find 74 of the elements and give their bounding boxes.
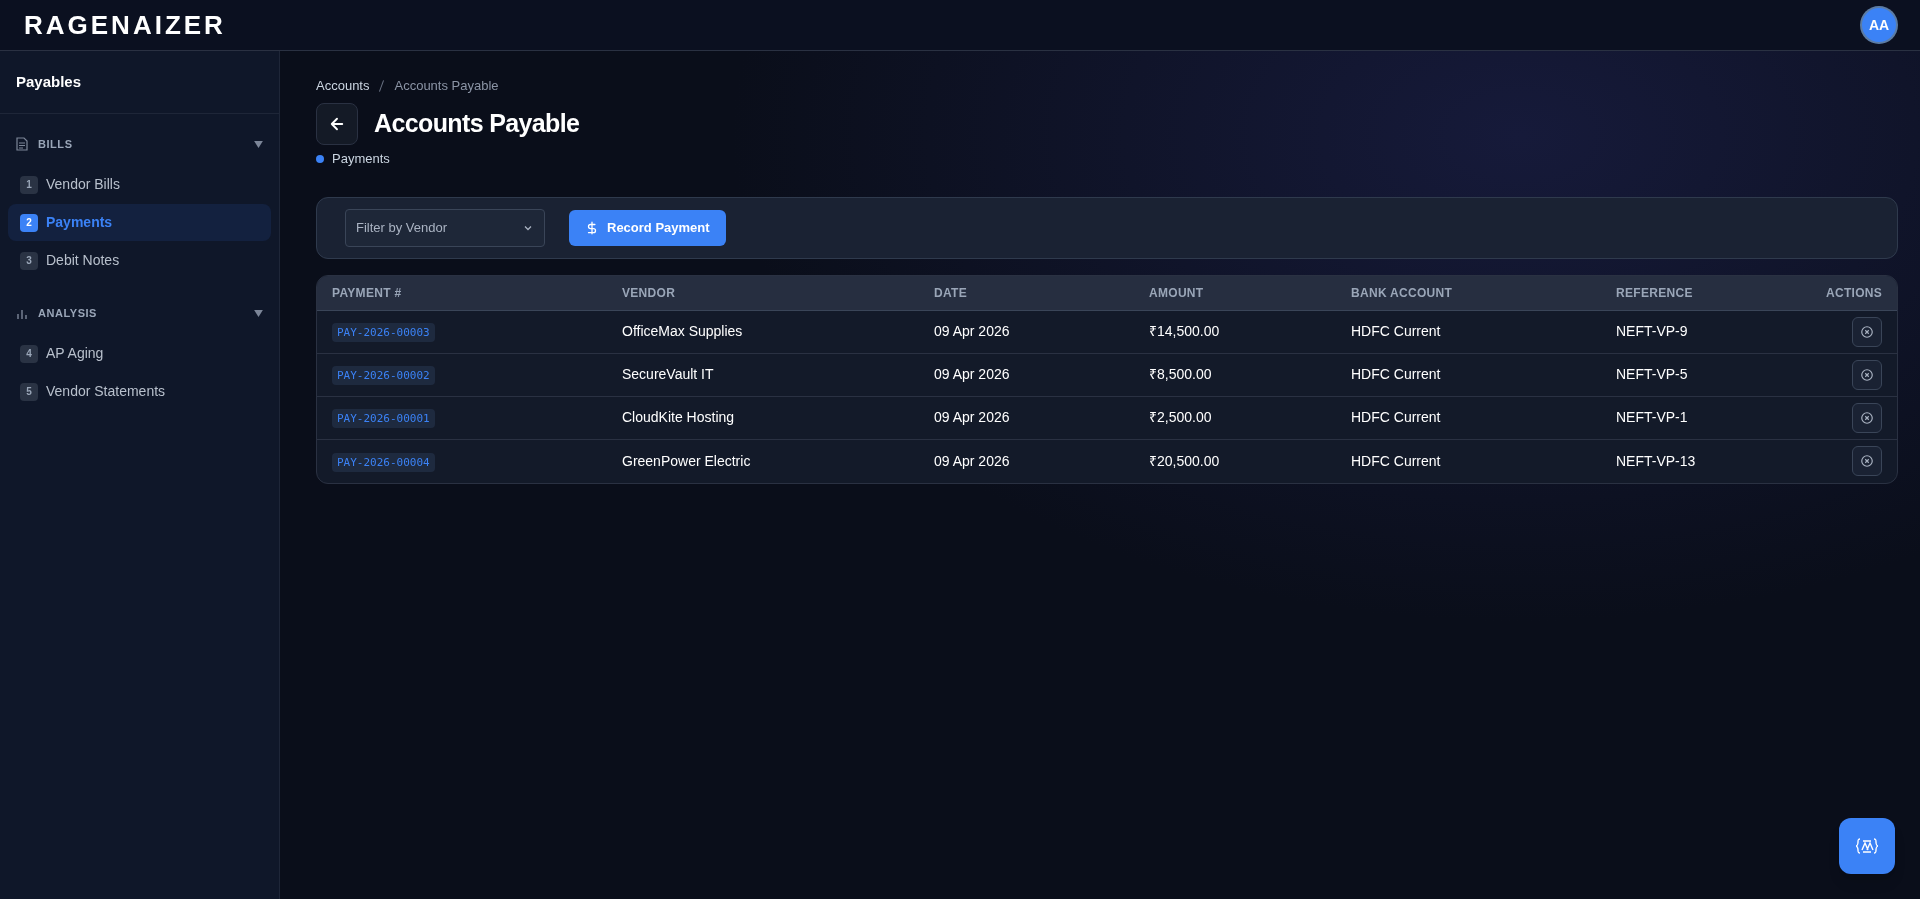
table-cell-text: OfficeMax Supplies — [622, 322, 744, 341]
payment-number-link[interactable]: PAY-2026-00001 — [332, 409, 435, 428]
table-cell-text: ₹8,500.00 — [1149, 365, 1213, 384]
record-payment-button[interactable]: Record Payment — [569, 209, 726, 246]
back-button[interactable] — [316, 103, 358, 145]
sidebar-item[interactable]: 4 AP Aging — [8, 335, 271, 372]
item-label: Debit Notes — [46, 251, 120, 270]
table-cell-text: 09 Apr 2026 — [934, 322, 1011, 341]
table-cell-text: CloudKite Hosting — [622, 408, 736, 427]
item-label: Vendor Statements — [46, 382, 166, 401]
column-header: DATE — [934, 284, 968, 302]
column-header: REFERENCE — [1616, 284, 1694, 302]
page-subtitle: Payments — [332, 150, 390, 168]
cancel-payment-button[interactable] — [1852, 316, 1883, 347]
section-header[interactable]: ANALYSIS — [0, 299, 279, 327]
item-number: 5 — [20, 382, 38, 401]
item-number: 3 — [20, 251, 38, 270]
item-number: 4 — [20, 344, 38, 363]
item-label: Payments — [46, 213, 113, 232]
payment-number-link[interactable]: PAY-2026-00002 — [332, 366, 435, 385]
item-label: Vendor Bills — [46, 175, 120, 194]
column-header: VENDOR — [622, 284, 677, 302]
item-number: 2 — [20, 213, 38, 232]
circle-x-icon — [1860, 367, 1875, 382]
table-cell-text: 09 Apr 2026 — [934, 365, 1011, 384]
column-header: PAYMENT # — [332, 284, 403, 302]
item-label: AP Aging — [46, 344, 104, 363]
sidebar-item[interactable]: 5 Vendor Statements — [8, 373, 271, 410]
cancel-payment-button[interactable] — [1852, 402, 1883, 433]
table-cell-text: 09 Apr 2026 — [934, 451, 1011, 471]
payment-number-link[interactable]: PAY-2026-00003 — [332, 323, 435, 342]
document-icon — [16, 137, 28, 151]
item-number: 1 — [20, 175, 38, 194]
table-cell-text: ₹2,500.00 — [1149, 408, 1213, 427]
table-cell-text: HDFC Current — [1351, 451, 1442, 471]
page-title: Accounts Payable — [374, 108, 580, 140]
assistant-logo-icon — [1855, 836, 1879, 856]
table-cell-text: 09 Apr 2026 — [934, 408, 1011, 427]
column-header: AMOUNT — [1149, 284, 1205, 302]
table-cell-text: HDFC Current — [1351, 365, 1442, 384]
section-header[interactable]: BILLS — [0, 130, 279, 158]
table-cell-text: HDFC Current — [1351, 408, 1442, 427]
table-cell-text: GreenPower Electric — [622, 451, 752, 471]
cancel-payment-button[interactable] — [1852, 359, 1883, 390]
sidebar-item[interactable]: 2 Payments — [8, 204, 271, 241]
table-cell-text: ₹14,500.00 — [1149, 322, 1221, 341]
assistant-button[interactable] — [1839, 818, 1895, 874]
column-header: BANK ACCOUNT — [1351, 284, 1454, 302]
circle-x-icon — [1860, 454, 1875, 468]
payment-number-link[interactable]: PAY-2026-00004 — [332, 452, 435, 472]
user-avatar[interactable]: AA — [1862, 8, 1896, 42]
table-cell-text: NEFT-VP-9 — [1616, 322, 1689, 341]
column-header: ACTIONS — [1826, 284, 1883, 302]
table-cell-text: ₹20,500.00 — [1149, 451, 1221, 471]
dollar-icon — [585, 219, 599, 236]
section-label: BILLS — [38, 136, 73, 152]
sidebar-item[interactable]: 1 Vendor Bills — [8, 166, 271, 203]
sidebar-item[interactable]: 3 Debit Notes — [8, 242, 271, 279]
table-cell-text: NEFT-VP-5 — [1616, 365, 1689, 384]
bar-chart-icon — [16, 307, 28, 319]
table-cell-text: NEFT-VP-1 — [1616, 408, 1689, 427]
table-cell-text: HDFC Current — [1351, 322, 1442, 341]
vendor-filter-select[interactable]: Filter by Vendor — [345, 208, 545, 247]
sidebar-title: Payables — [16, 71, 82, 92]
circle-x-icon — [1860, 324, 1875, 339]
table-cell-text: NEFT-VP-13 — [1616, 451, 1697, 471]
logo: RAGENAIZER — [24, 8, 226, 42]
table-cell-text: SecureVault IT — [622, 365, 715, 384]
breadcrumb-current: Accounts Payable — [394, 77, 499, 96]
back-arrow-icon — [328, 115, 346, 133]
circle-x-icon — [1860, 410, 1875, 425]
cancel-payment-button[interactable] — [1852, 446, 1883, 476]
breadcrumb-link[interactable]: Accounts — [316, 76, 370, 96]
section-label: ANALYSIS — [38, 305, 97, 321]
